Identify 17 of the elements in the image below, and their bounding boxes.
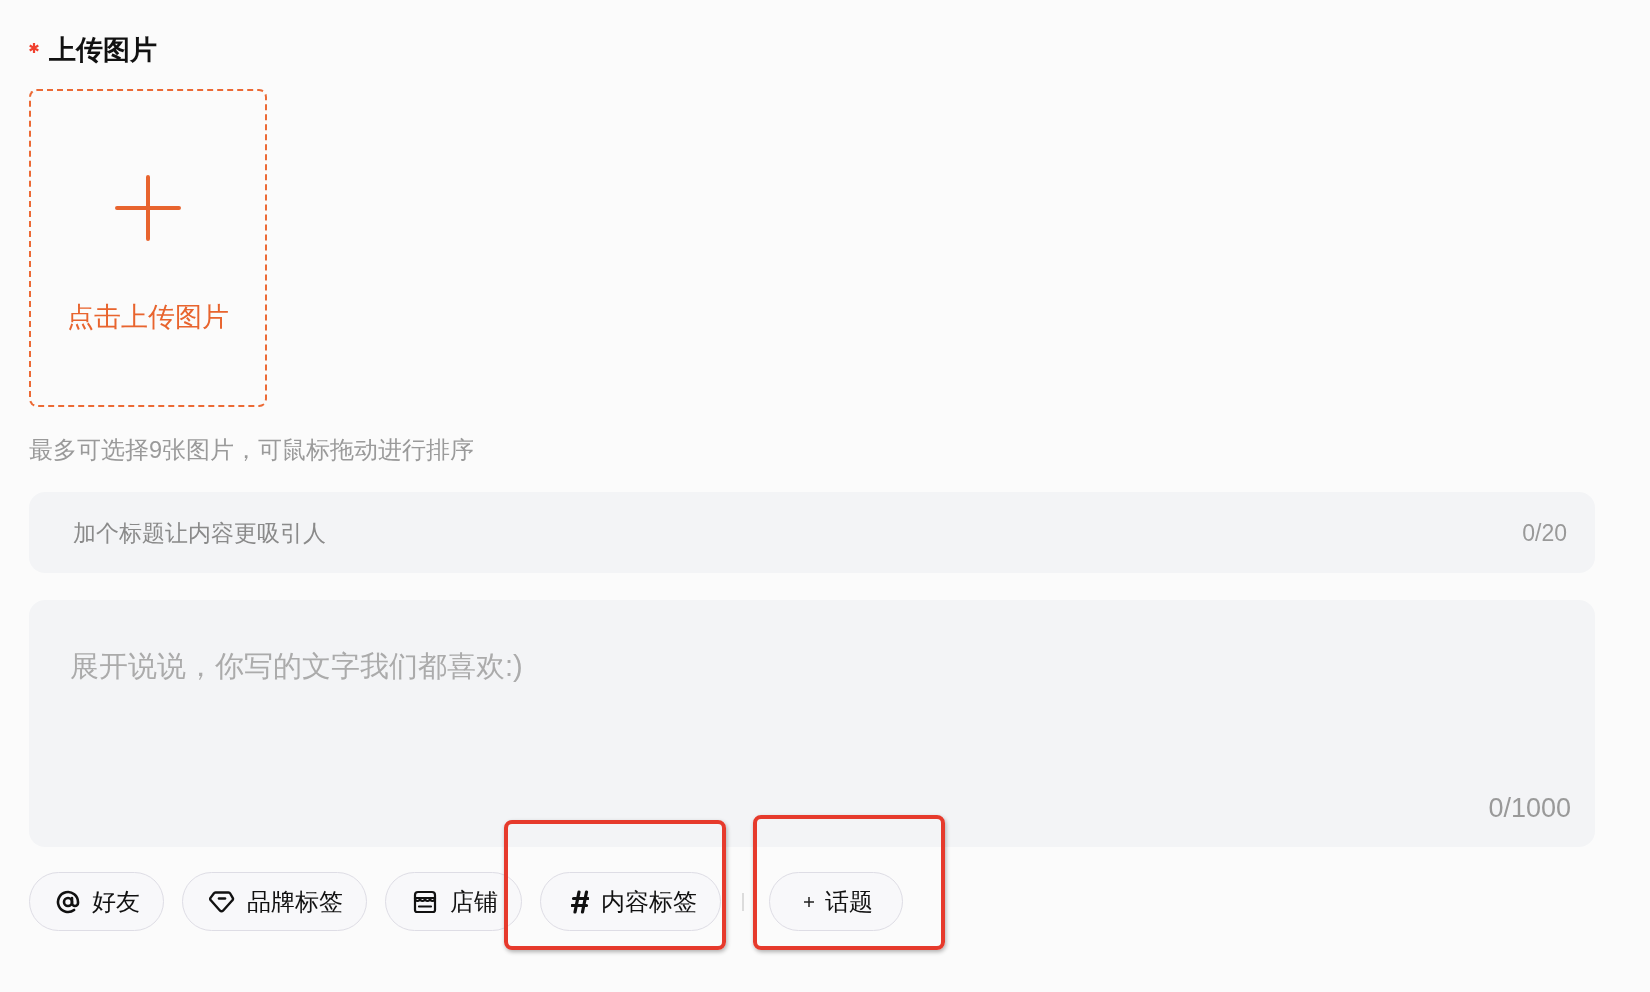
hash-icon <box>571 889 589 914</box>
content-textarea[interactable]: 展开说说，你写的文字我们都喜欢:) <box>70 646 1571 791</box>
diamond-icon <box>209 889 235 914</box>
mention-button[interactable]: 好友 <box>29 872 164 931</box>
topic-button[interactable]: 话题 <box>769 872 903 931</box>
title-input[interactable]: 加个标题让内容更吸引人 <box>73 492 1523 573</box>
upload-hint: 最多可选择9张图片，可鼠标拖动进行排序 <box>29 436 475 465</box>
brand-tag-button[interactable]: 品牌标签 <box>182 872 367 931</box>
store-button[interactable]: 店铺 <box>385 872 522 931</box>
plus-icon <box>115 175 181 241</box>
char-counter: 0/20 <box>1522 518 1567 548</box>
at-sign-icon <box>56 889 80 914</box>
storefront-icon <box>412 889 438 914</box>
section-title: 上传图片 <box>49 34 157 67</box>
plus-icon <box>803 895 815 908</box>
content-tag-button[interactable]: 内容标签 <box>540 872 721 931</box>
char-counter: 0/1000 <box>1488 792 1571 825</box>
